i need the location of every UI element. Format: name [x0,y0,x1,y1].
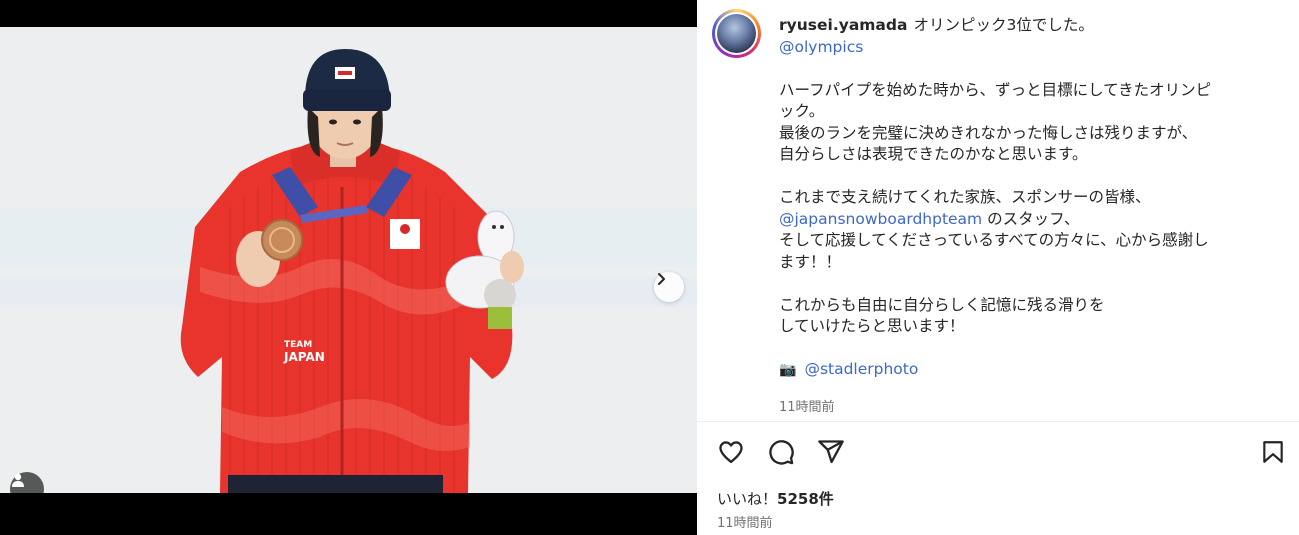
share-button[interactable] [816,437,846,467]
caption-text: 最後のランを完璧に決めきれなかった悔しさは残りますが、 [779,123,1198,142]
caption-text: これまで支え続けてくれた家族、スポンサーの皆様、 [779,188,1151,206]
comment-icon [769,440,794,465]
mention-link[interactable]: @olympics [779,38,863,56]
post-media[interactable]: TEAM JAPAN [0,0,697,535]
share-icon [818,440,844,464]
caption-text: していけたらと思います！ [779,317,965,335]
likes-prefix: いいね！ [717,490,778,508]
caption-text: これからも自由に自分らしく記憶に残る滑りを [779,295,1105,314]
caption-line [779,58,1279,80]
caption-line: 自分らしさは表現できたのかなと思います。 [779,144,1279,166]
likes-suffix: 件 [818,490,834,508]
caption-line: 📷 @stadlerphoto [779,359,1279,382]
caption-timestamp[interactable]: 11時間前 [779,396,835,415]
post-caption: ryusei.yamada オリンピック3位でした。 @olympics ハーフパイプ… [779,15,1279,382]
svg-text:TEAM: TEAM [284,340,312,350]
post-timestamp[interactable]: 11時間前 [717,512,773,531]
action-bar [716,437,846,467]
chevron-right-icon [658,273,665,285]
likes-number: 5258 [777,490,819,508]
caption-line [779,273,1279,295]
like-button[interactable] [716,437,746,467]
caption-line: これまで支え続けてくれた家族、スポンサーの皆様、 [779,187,1279,209]
caption-line: @olympics [779,37,1279,59]
caption-text: 自分らしさは表現できたのかなと思います。 [779,145,1088,163]
likes-count[interactable]: いいね！5258件 [717,488,834,509]
caption-text: そして応援してくださっているすべての方々に、心から感謝し [779,231,1209,249]
svg-text:JAPAN: JAPAN [283,350,325,364]
caption-line: そして応援してくださっているすべての方々に、心から感謝し [779,230,1279,252]
save-button[interactable] [1258,437,1288,467]
caption-line: 最後のランを完璧に決めきれなかった悔しさは残りますが、 [779,123,1279,145]
next-image-button[interactable] [654,272,684,302]
caption-line [779,166,1279,188]
athlete-illustration: TEAM JAPAN [0,27,697,493]
caption-text: ック。 [779,102,825,120]
username[interactable]: ryusei.yamada [779,16,907,34]
avatar-image [717,14,756,53]
divider [697,421,1299,422]
caption-text: ハーフパイプを始めた時から、ずっと目標にしてきたオリンピ [779,80,1212,99]
user-tag-icon [12,473,24,487]
caption-line: ryusei.yamada オリンピック3位でした。 [779,15,1279,37]
mention-link[interactable]: @stadlerphoto [804,360,918,378]
caption-line: @japansnowboardhpteam のスタッフ、 [779,209,1279,231]
heart-icon [719,441,743,464]
post-detail-panel: ryusei.yamada オリンピック3位でした。 @olympics ハーフパイプ… [697,0,1299,535]
caption-text: のスタッフ、 [982,209,1080,228]
camera-icon: 📷 [779,362,797,378]
post-photo[interactable]: TEAM JAPAN [0,27,697,493]
comment-button[interactable] [766,437,796,467]
caption-line: ます！！ [779,252,1279,274]
mention-link[interactable]: @japansnowboardhpteam [779,210,982,228]
caption-line: していけたらと思います！ [779,316,1279,338]
caption-line: ック。 [779,101,1279,123]
caption-line: これからも自由に自分らしく記憶に残る滑りを [779,295,1279,317]
bookmark-icon [1263,441,1283,463]
caption-line [779,338,1279,360]
caption-text: ます！！ [779,252,842,271]
caption-text: オリンピック3位でした。 [913,16,1094,34]
avatar[interactable] [712,9,761,58]
caption-line: ハーフパイプを始めた時から、ずっと目標にしてきたオリンピ [779,80,1279,102]
